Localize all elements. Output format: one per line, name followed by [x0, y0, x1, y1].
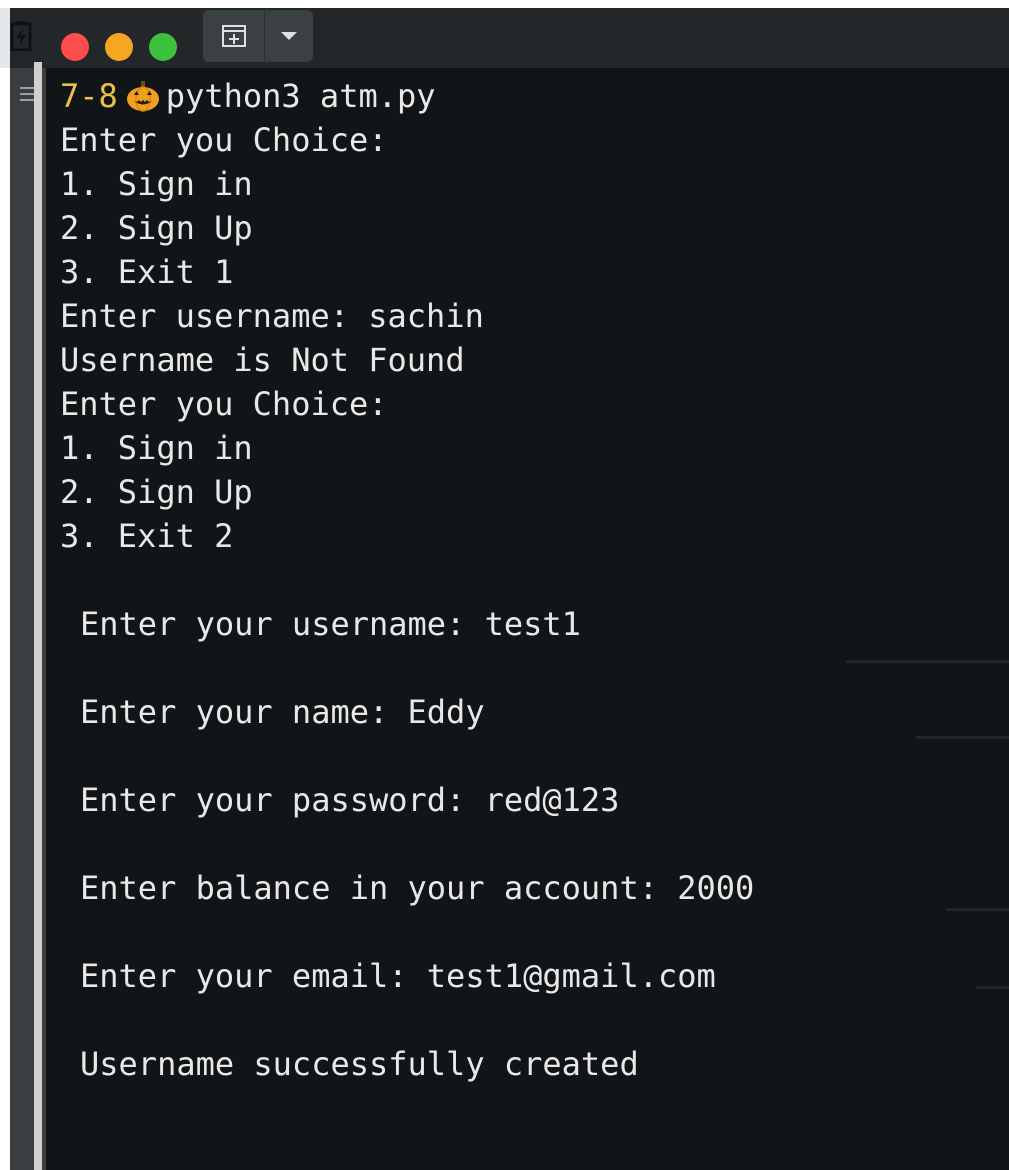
- minimize-button[interactable]: [105, 33, 133, 61]
- maximize-button[interactable]: [149, 33, 177, 61]
- output-line: 1. Sign in: [60, 429, 253, 467]
- background-artifact: [846, 660, 1009, 663]
- background-artifact: [916, 736, 1009, 739]
- output-line: Enter username: sachin: [60, 297, 484, 335]
- chevron-down-icon: [281, 32, 298, 40]
- background-artifact: [976, 986, 1009, 989]
- prompt-number: 7-8: [60, 77, 118, 115]
- output-line: Username is Not Found: [60, 341, 465, 379]
- signup-line: Enter your username: test1: [80, 605, 581, 643]
- output-line: 3. Exit 2: [60, 517, 234, 555]
- new-tab-button[interactable]: [203, 10, 266, 62]
- scrollbar-track[interactable]: [34, 62, 42, 1170]
- title-bar: [10, 8, 1009, 68]
- output-line: 3. Exit 1: [60, 253, 234, 291]
- close-button[interactable]: [61, 33, 89, 61]
- signup-line: Enter balance in your account: 2000: [80, 869, 755, 907]
- signup-line: Enter your password: red@123: [80, 781, 620, 819]
- output-line: 2. Sign Up: [60, 209, 253, 247]
- output-line: 2. Sign Up: [60, 473, 253, 511]
- signup-line: Enter your email: test1@gmail.com: [80, 957, 716, 995]
- signup-line: Username successfully created: [80, 1045, 639, 1083]
- prompt-command: python3 atm.py: [165, 77, 436, 115]
- terminal-window: 7-8 python3 atm.py Enter you Choice: 1. S…: [0, 0, 1009, 1170]
- pumpkin-icon: [126, 79, 160, 112]
- tab-controls: [203, 10, 313, 62]
- signup-line: Enter your name: Eddy: [80, 693, 485, 731]
- output-line: Enter you Choice:: [60, 121, 388, 159]
- output-line: 1. Sign in: [60, 165, 253, 203]
- battery-icon: [10, 20, 32, 52]
- prompt-line: 7-8 python3 atm.py: [60, 74, 436, 118]
- background-artifact: [946, 908, 1009, 911]
- tab-dropdown-button[interactable]: [265, 10, 313, 62]
- output-line: Enter you Choice:: [60, 385, 388, 423]
- new-tab-icon: [221, 25, 246, 47]
- terminal-output[interactable]: 7-8 python3 atm.py Enter you Choice: 1. S…: [46, 68, 1009, 1170]
